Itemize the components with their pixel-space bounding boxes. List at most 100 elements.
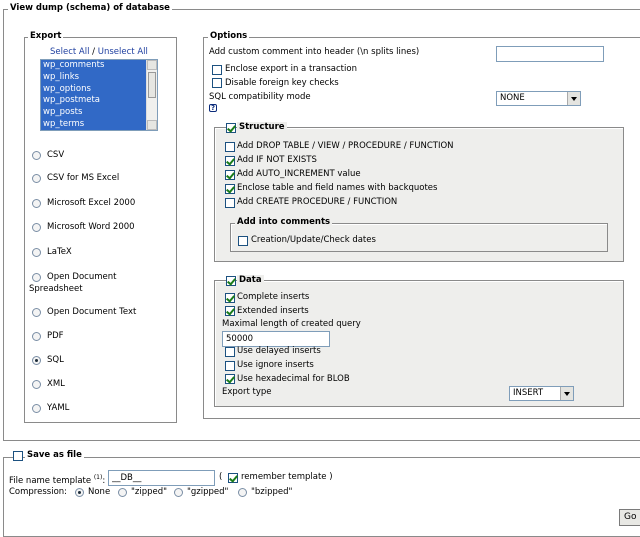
table-option[interactable]: wp_comments [41, 60, 146, 72]
select-links: Select All / Unselect All [50, 47, 148, 58]
chevron-down-icon[interactable] [560, 387, 573, 400]
select-separator: / [89, 47, 98, 57]
compression-radio[interactable] [238, 488, 247, 497]
delayed-inserts-label: Use delayed inserts [237, 346, 321, 356]
format-radio[interactable] [32, 380, 41, 389]
format-label-line2: Spreadsheet [29, 284, 83, 294]
format-label: Microsoft Excel 2000 [47, 198, 136, 208]
format-radio[interactable] [32, 332, 41, 341]
hex-blob-label: Use hexadecimal for BLOB [237, 374, 350, 384]
format-label: XML [47, 379, 65, 389]
creation-dates-checkbox[interactable] [238, 236, 248, 246]
complete-inserts-checkbox[interactable] [225, 293, 235, 303]
table-option[interactable]: wp_postmeta [41, 95, 146, 108]
ignore-inserts-checkbox[interactable] [225, 361, 235, 371]
custom-comment-input[interactable] [496, 46, 604, 62]
table-list[interactable]: wp_comments wp_links wp_options wp_postmeta… [40, 59, 158, 131]
format-radio[interactable] [32, 273, 41, 282]
enclose-transaction-label: Enclose export in a transaction [225, 64, 357, 74]
structure-option-checkbox[interactable] [225, 184, 235, 194]
export-legend: Export [28, 31, 64, 42]
format-label: Microsoft Word 2000 [47, 222, 135, 232]
compression-label: "zipped" [131, 487, 168, 497]
format-radio[interactable] [32, 151, 41, 160]
file-template-input[interactable] [108, 470, 215, 486]
disable-fk-label: Disable foreign key checks [225, 78, 339, 88]
table-items: wp_comments wp_links wp_options wp_postmeta… [41, 60, 146, 130]
format-label: SQL [47, 355, 64, 365]
options-legend: Options [208, 31, 250, 42]
sql-compat-select[interactable]: NONE [496, 91, 581, 106]
hex-blob-checkbox[interactable] [225, 374, 235, 384]
table-option[interactable]: wp_posts [41, 107, 146, 119]
disable-fk-checkbox[interactable] [212, 78, 222, 88]
structure-option-label: Enclose table and field names with backq… [237, 183, 438, 193]
scroll-up-icon[interactable] [147, 60, 157, 70]
compression-label: None [88, 487, 111, 497]
max-length-input[interactable] [222, 331, 330, 347]
custom-comment-label: Add custom comment into header (\n split… [209, 47, 420, 57]
remember-template-label: remember template ) [241, 472, 333, 482]
export-type-label: Export type [222, 387, 272, 397]
compression-radio[interactable] [118, 488, 127, 497]
complete-inserts-label: Complete inserts [237, 292, 310, 302]
compression-label: Compression: [9, 487, 68, 497]
format-label: PDF [47, 331, 64, 341]
structure-option-label: Add AUTO_INCREMENT value [237, 169, 361, 179]
table-option[interactable]: wp_terms [41, 118, 146, 130]
format-label: YAML [47, 403, 70, 413]
extended-inserts-checkbox[interactable] [225, 306, 235, 316]
export-type-select[interactable]: INSERT [509, 386, 574, 401]
delayed-inserts-checkbox[interactable] [225, 347, 235, 357]
select-all-link[interactable]: Select All [50, 47, 89, 57]
scroll-thumb[interactable] [148, 72, 156, 98]
sql-compat-label: SQL compatibility mode [209, 92, 311, 102]
format-radio[interactable] [32, 223, 41, 232]
data-legend: Data [237, 275, 264, 286]
file-template-text: File name template [9, 475, 92, 486]
unselect-all-link[interactable]: Unselect All [98, 47, 148, 57]
format-radio[interactable] [32, 356, 41, 365]
compression-radio[interactable] [174, 488, 183, 497]
structure-option-checkbox[interactable] [225, 156, 235, 166]
format-label: Open Document Text [47, 307, 137, 317]
format-label: CSV for MS Excel [47, 173, 120, 183]
format-radio[interactable] [32, 404, 41, 413]
format-label: LaTeX [47, 247, 72, 257]
enclose-transaction-checkbox[interactable] [212, 65, 222, 75]
structure-option-checkbox[interactable] [225, 142, 235, 152]
remember-template-checkbox[interactable] [228, 473, 238, 483]
structure-option-label: Add CREATE PROCEDURE / FUNCTION [237, 197, 398, 207]
format-radio[interactable] [32, 174, 41, 183]
compression-radio[interactable] [75, 488, 84, 497]
structure-option-checkbox[interactable] [225, 198, 235, 208]
compression-label: "bzipped" [251, 487, 293, 497]
compression-label: "gzipped" [187, 487, 229, 497]
table-option[interactable]: wp_options [41, 83, 146, 96]
table-list-scrollbar[interactable] [146, 60, 157, 130]
structure-option-label: Add IF NOT EXISTS [237, 155, 317, 165]
structure-checkbox[interactable] [226, 123, 236, 133]
format-label: CSV [47, 150, 65, 160]
structure-legend: Structure [237, 122, 287, 133]
format-radio[interactable] [32, 199, 41, 208]
help-icon[interactable]: ? [209, 104, 217, 112]
extended-inserts-label: Extended inserts [237, 306, 309, 316]
format-radio[interactable] [32, 248, 41, 257]
go-button[interactable]: Go [619, 509, 640, 526]
main-legend: View dump (schema) of database [8, 3, 172, 14]
format-radio[interactable] [32, 308, 41, 317]
scroll-down-icon[interactable] [147, 120, 157, 130]
save-legend: Save as file [25, 450, 84, 461]
structure-option-checkbox[interactable] [225, 170, 235, 180]
sql-compat-value: NONE [500, 93, 525, 103]
chevron-down-icon[interactable] [567, 92, 580, 105]
max-length-label: Maximal length of created query [222, 319, 361, 329]
file-template-label: File name template (1): [9, 472, 105, 487]
paren-open: ( [219, 472, 223, 482]
data-checkbox[interactable] [226, 276, 236, 286]
save-as-file-checkbox[interactable] [13, 451, 23, 461]
ignore-inserts-label: Use ignore inserts [237, 360, 314, 370]
comments-legend: Add into comments [235, 217, 333, 228]
table-option[interactable]: wp_links [41, 71, 146, 84]
